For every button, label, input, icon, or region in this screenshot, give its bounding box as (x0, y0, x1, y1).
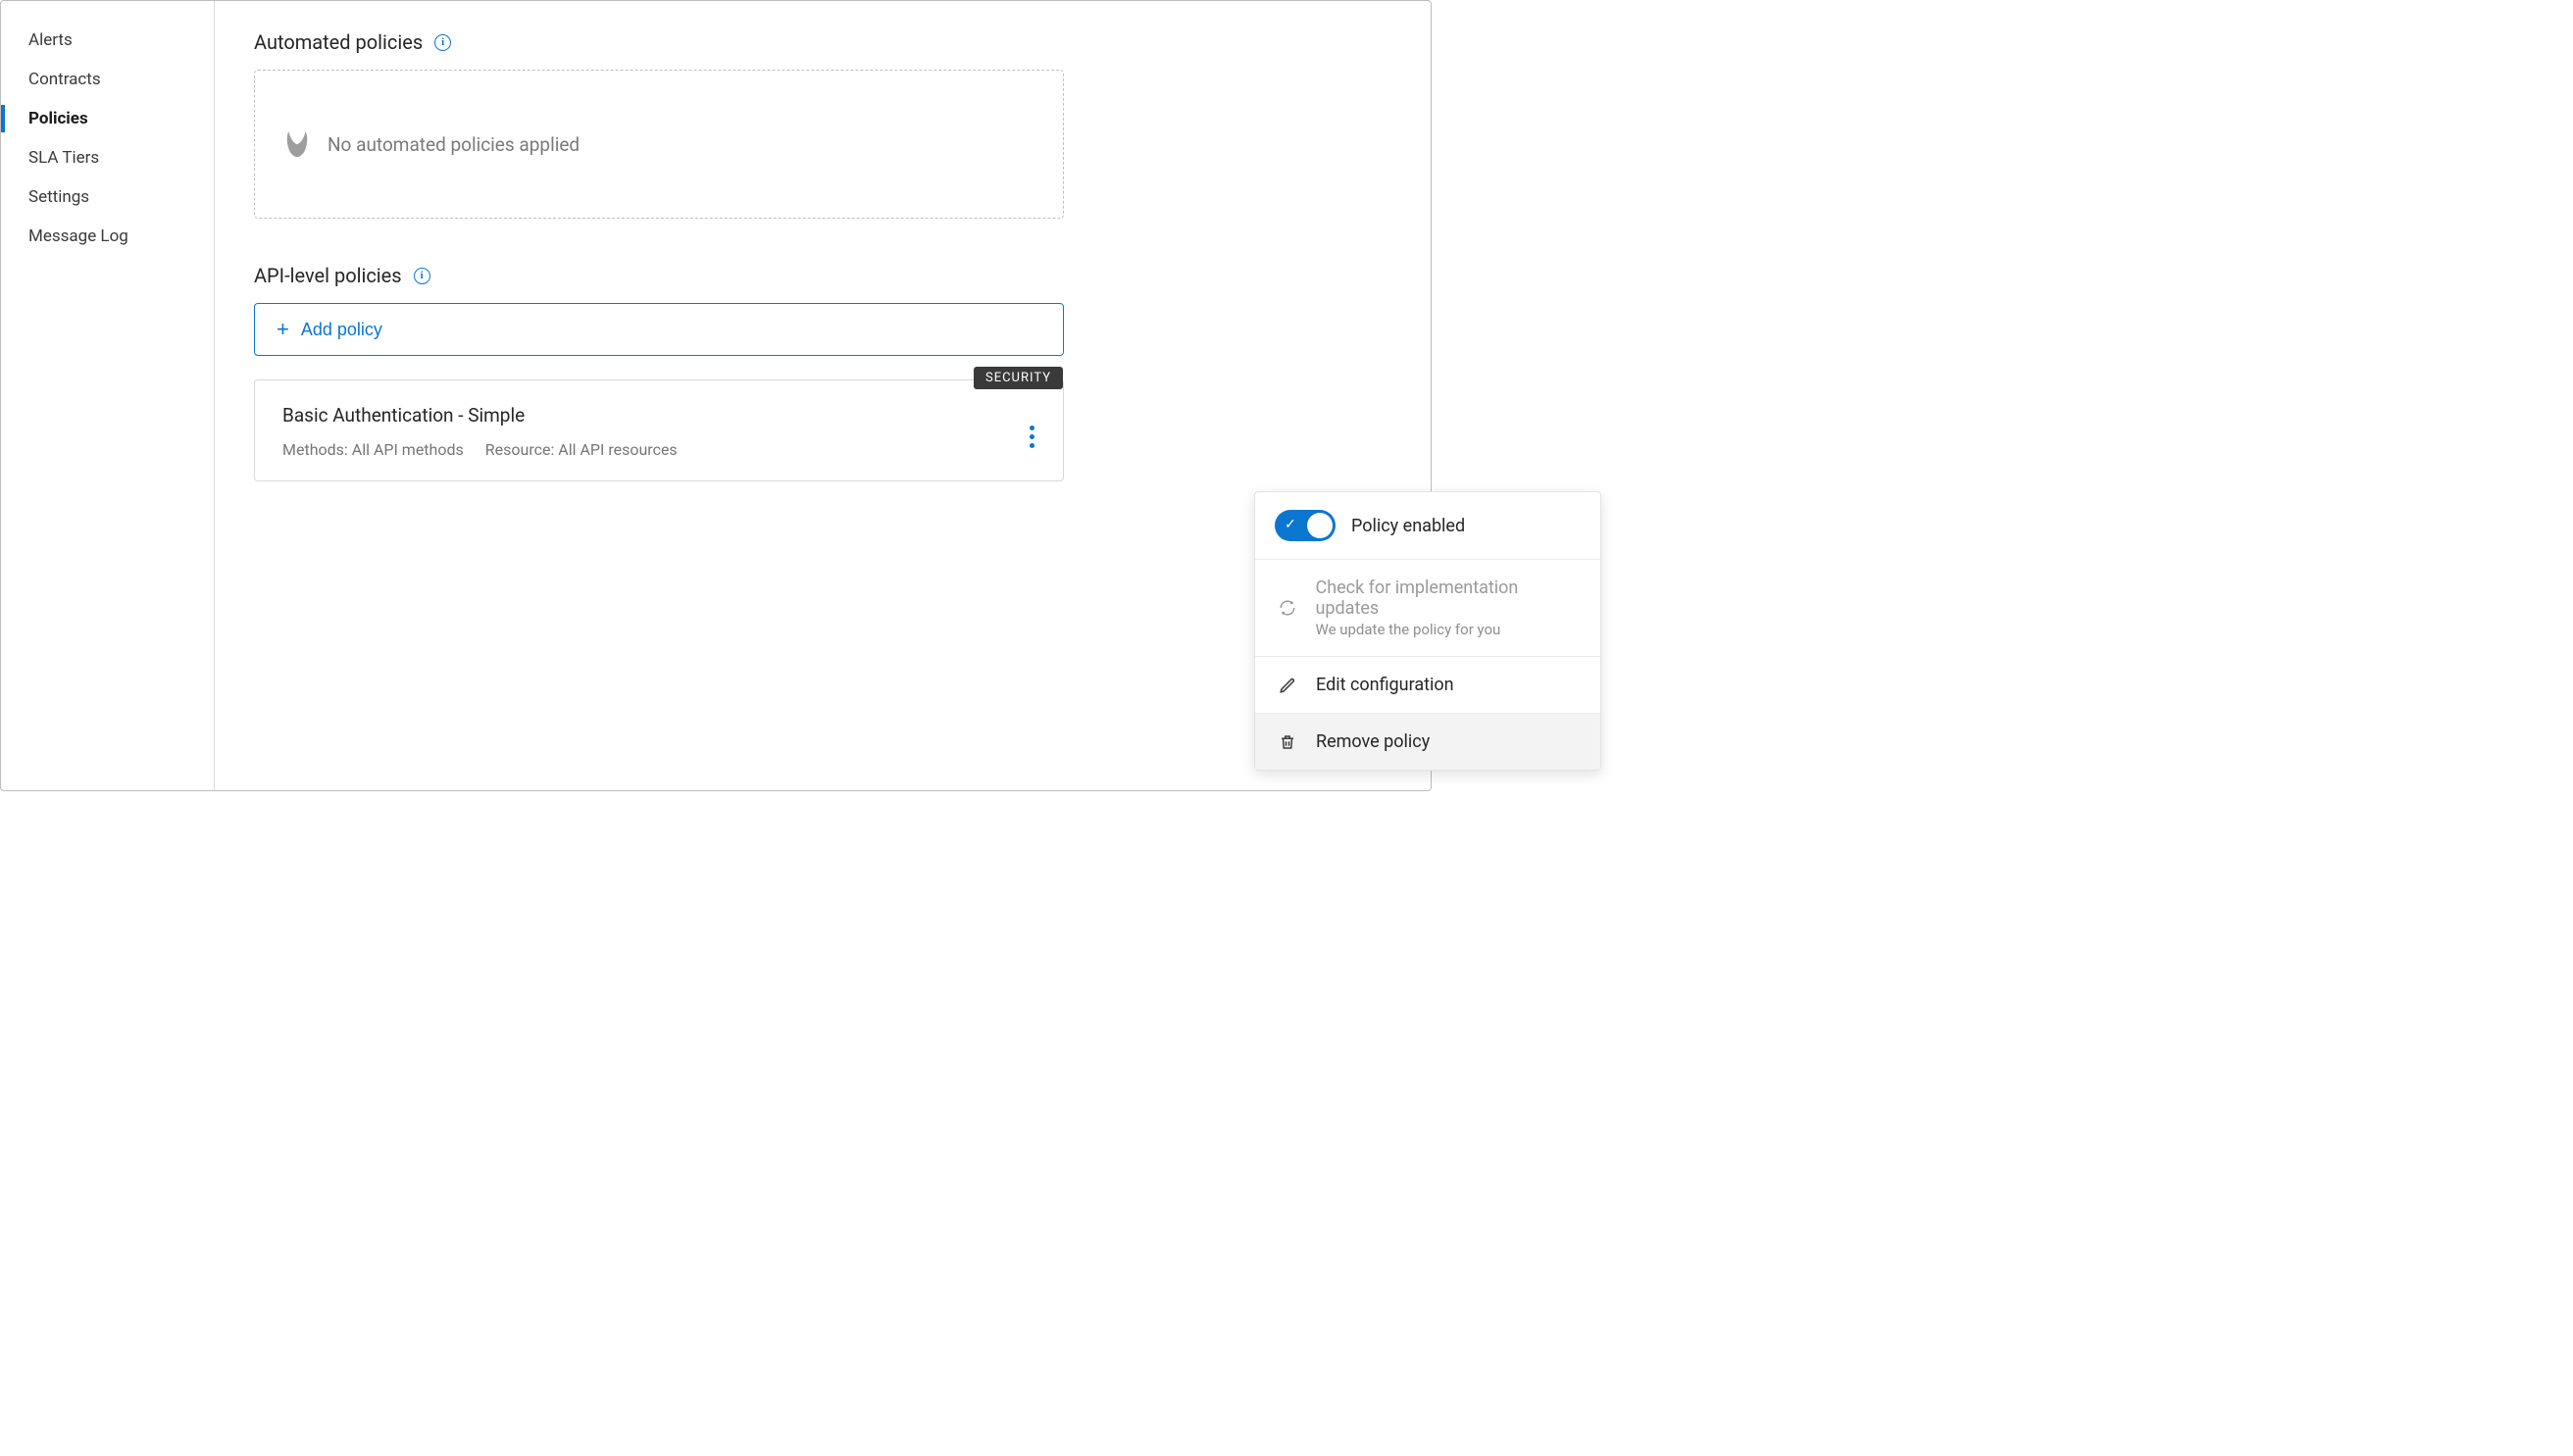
plus-icon: + (277, 319, 289, 340)
menu-item-remove-policy[interactable]: Remove policy (1255, 714, 1600, 770)
add-policy-button[interactable]: + Add policy (254, 303, 1064, 356)
automated-policies-empty: No automated policies applied (254, 70, 1064, 219)
sidebar-item-settings[interactable]: Settings (1, 177, 214, 217)
app-frame: Alerts Contracts Policies SLA Tiers Sett… (0, 0, 1432, 791)
policy-resource: Resource: All API resources (485, 440, 678, 459)
sidebar-item-message-log[interactable]: Message Log (1, 217, 214, 256)
policy-title: Basic Authentication - Simple (282, 404, 1037, 427)
automated-policies-header: Automated policies i (254, 30, 1391, 54)
policy-meta: Methods: All API methods Resource: All A… (282, 440, 1037, 459)
remove-policy-label: Remove policy (1316, 731, 1430, 752)
policy-actions-menu: ✓ Policy enabled Check for implementatio… (1254, 491, 1601, 771)
automated-policies-empty-text: No automated policies applied (328, 133, 580, 156)
menu-item-edit-configuration[interactable]: Edit configuration (1255, 657, 1600, 714)
sidebar-item-alerts[interactable]: Alerts (1, 21, 214, 60)
main-content: Automated policies i No automated polici… (215, 1, 1431, 790)
policy-actions-menu-button[interactable] (1020, 422, 1043, 451)
policy-card: SECURITY Basic Authentication - Simple M… (254, 379, 1064, 481)
trash-icon (1275, 733, 1300, 751)
refresh-icon (1275, 599, 1299, 617)
add-policy-label: Add policy (301, 320, 382, 340)
api-level-policies-title: API-level policies (254, 264, 402, 287)
policy-enabled-label: Policy enabled (1351, 516, 1465, 536)
api-level-policies-header: API-level policies i (254, 264, 1391, 287)
pencil-icon (1275, 677, 1300, 694)
menu-item-policy-enabled[interactable]: ✓ Policy enabled (1255, 492, 1600, 560)
check-icon: ✓ (1285, 517, 1296, 532)
sidebar-item-policies[interactable]: Policies (1, 99, 214, 138)
policy-enabled-toggle[interactable]: ✓ (1275, 510, 1336, 541)
edit-configuration-label: Edit configuration (1316, 675, 1454, 695)
mule-icon (284, 129, 310, 159)
check-updates-sub: We update the policy for you (1315, 621, 1581, 638)
menu-item-check-updates[interactable]: Check for implementation updates We upda… (1255, 560, 1600, 657)
sidebar-item-contracts[interactable]: Contracts (1, 60, 214, 99)
policy-methods: Methods: All API methods (282, 440, 464, 459)
info-icon[interactable]: i (434, 34, 451, 51)
info-icon[interactable]: i (414, 268, 430, 284)
sidebar: Alerts Contracts Policies SLA Tiers Sett… (1, 1, 215, 790)
security-badge: SECURITY (974, 367, 1063, 389)
sidebar-item-sla-tiers[interactable]: SLA Tiers (1, 138, 214, 177)
check-updates-label: Check for implementation updates (1315, 577, 1581, 619)
automated-policies-title: Automated policies (254, 30, 423, 54)
